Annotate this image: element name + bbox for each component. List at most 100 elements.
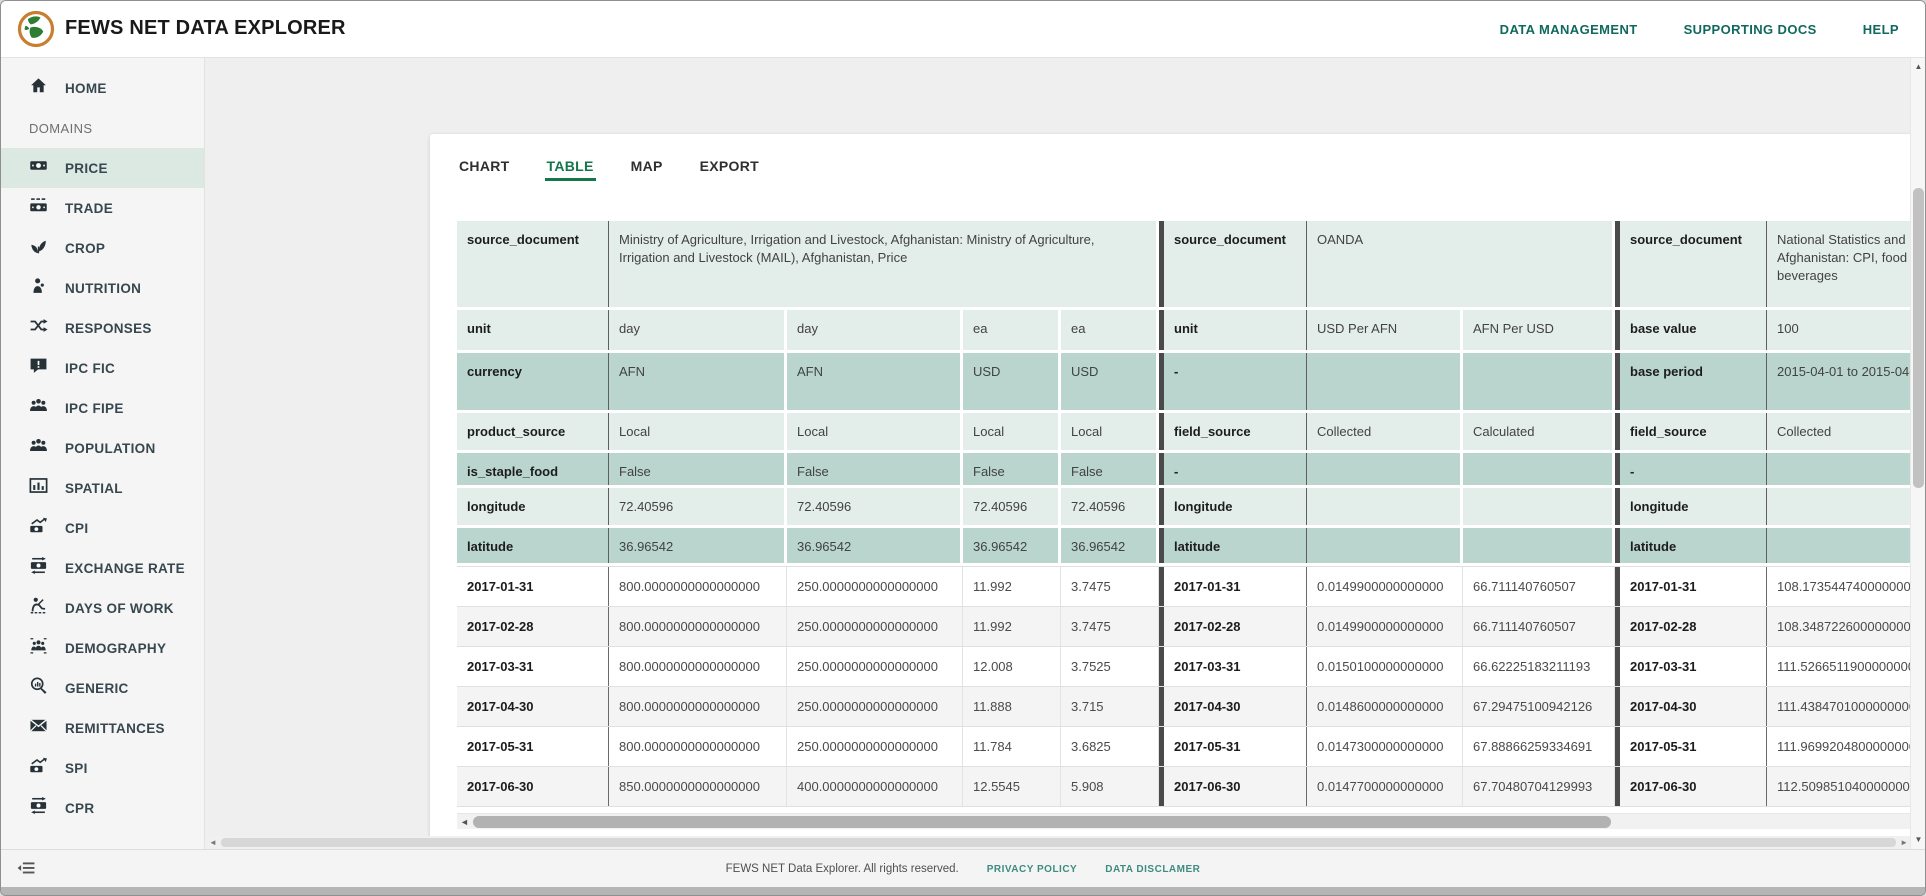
- table-cell: False: [609, 453, 787, 485]
- banknote-dashes-icon: [29, 196, 48, 215]
- header-link-help[interactable]: HELP: [1863, 22, 1899, 37]
- table-cell: 36.96542: [963, 528, 1061, 563]
- sidebar-item-label: REMITTANCES: [65, 721, 165, 736]
- sidebar-item-cpi[interactable]: CPI: [1, 508, 204, 548]
- sidebar-item-days-of-work[interactable]: DAYS OF WORK: [1, 588, 204, 628]
- table-horizontal-scrollbar[interactable]: ◄ ►: [457, 813, 1926, 829]
- scroll-left-icon[interactable]: ◄: [460, 817, 469, 827]
- row-label-cell: is_staple_food: [457, 453, 609, 485]
- table-cell: 0.0149900000000000: [1307, 567, 1463, 606]
- table-cell: 0.0147700000000000: [1307, 767, 1463, 806]
- table-cell: Collected: [1767, 413, 1926, 450]
- sidebar-item-demography[interactable]: DEMOGRAPHY: [1, 628, 204, 668]
- plant-icon: [29, 236, 48, 255]
- table-cell: USD: [963, 353, 1061, 410]
- table-cell: 66.62225183211193: [1463, 647, 1615, 686]
- tab-export[interactable]: EXPORT: [698, 158, 761, 195]
- sidebar-item-nutrition[interactable]: NUTRITION: [1, 268, 204, 308]
- table-cell: Local: [1061, 413, 1159, 450]
- table-cell: False: [1061, 453, 1159, 485]
- table-cell: [1307, 528, 1463, 563]
- window-bottom-edge: [1, 887, 1925, 896]
- table-cell: ea: [963, 310, 1061, 350]
- date-cell: 2017-02-28: [1615, 607, 1767, 646]
- sidebar-item-label: IPC FIC: [65, 361, 115, 376]
- sidebar-item-label: HOME: [65, 81, 107, 96]
- sidebar-item-crop[interactable]: CROP: [1, 228, 204, 268]
- sidebar-item-trade[interactable]: TRADE: [1, 188, 204, 228]
- tab-map[interactable]: MAP: [629, 158, 665, 195]
- header-nav: DATA MANAGEMENT SUPPORTING DOCS HELP: [1500, 1, 1899, 58]
- sidebar-item-remittances[interactable]: REMITTANCES: [1, 708, 204, 748]
- main-hscroll-thumb[interactable]: [221, 838, 1896, 847]
- shuffle-arrows-icon: [29, 316, 48, 335]
- table-data-row: 2017-03-31800.0000000000000000250.000000…: [457, 646, 1926, 686]
- sidebar-item-population[interactable]: POPULATION: [1, 428, 204, 468]
- sidebar-item-home[interactable]: HOME: [1, 68, 204, 108]
- sidebar-item-label: RESPONSES: [65, 321, 152, 336]
- row-label-cell: field_source: [1615, 413, 1767, 450]
- table-cell: 108.3487226000000000: [1767, 607, 1926, 646]
- tab-table[interactable]: TABLE: [545, 158, 596, 195]
- row-label-cell: source_document: [1159, 221, 1307, 307]
- table-cell: 11.992: [963, 567, 1061, 606]
- table-cell: 250.0000000000000000: [787, 607, 963, 646]
- page-vscroll-thumb[interactable]: [1913, 188, 1924, 488]
- table-meta-row: source_documentMinistry of Agriculture, …: [457, 221, 1926, 310]
- table-cell: 3.7475: [1061, 567, 1159, 606]
- main-content: CHARTTABLEMAPEXPORT OPTIONS ⋮ source_doc…: [205, 58, 1925, 849]
- sidebar-item-price[interactable]: PRICE: [1, 148, 204, 188]
- table-cell: 3.715: [1061, 687, 1159, 726]
- sidebar-item-spatial[interactable]: SPATIAL: [1, 468, 204, 508]
- header-link-data-management[interactable]: DATA MANAGEMENT: [1500, 22, 1638, 37]
- table-cell: 11.992: [963, 607, 1061, 646]
- table-cell: [1307, 353, 1463, 410]
- sidebar-item-ipc-fic[interactable]: IPC FIC: [1, 348, 204, 388]
- tab-chart[interactable]: CHART: [457, 158, 512, 195]
- table-cell: 111.5266511900000000: [1767, 647, 1926, 686]
- sidebar-item-generic[interactable]: GENERIC: [1, 668, 204, 708]
- row-label-cell: source_document: [457, 221, 609, 307]
- date-cell: 2017-03-31: [457, 647, 609, 686]
- table-cell: [1307, 453, 1463, 485]
- row-label-cell: base period: [1615, 353, 1767, 410]
- table-cell: 400.0000000000000000: [787, 767, 963, 806]
- table-rows: source_documentMinistry of Agriculture, …: [457, 215, 1926, 813]
- sidebar-item-cpr[interactable]: CPR: [1, 788, 204, 828]
- main-horizontal-scrollbar[interactable]: ◄ ►: [205, 836, 1912, 849]
- table-cell: 800.0000000000000000: [609, 567, 787, 606]
- table-cell: [1463, 353, 1615, 410]
- scroll-down-icon[interactable]: ▼: [1911, 835, 1926, 845]
- scroll-right-icon[interactable]: ►: [1900, 838, 1908, 847]
- table-hscroll-thumb[interactable]: [473, 816, 1611, 828]
- sidebar-item-spi[interactable]: SPI: [1, 748, 204, 788]
- sidebar-item-label: POPULATION: [65, 441, 156, 456]
- worker-icon: [29, 596, 48, 615]
- table-cell: 250.0000000000000000: [787, 687, 963, 726]
- sidebar-item-exchange-rate[interactable]: EXCHANGE RATE: [1, 548, 204, 588]
- table-cell: 72.40596: [787, 488, 963, 525]
- privacy-policy-link[interactable]: PRIVACY POLICY: [987, 864, 1078, 875]
- table-cell: 3.6825: [1061, 727, 1159, 766]
- date-cell: 2017-05-31: [1159, 727, 1307, 766]
- table-data-row: 2017-04-30800.0000000000000000250.000000…: [457, 686, 1926, 726]
- banknote-trend-icon: [29, 516, 48, 535]
- data-disclamer-link[interactable]: DATA DISCLAMER: [1105, 864, 1200, 875]
- table-cell: 72.40596: [609, 488, 787, 525]
- copyright-text: FEWS NET Data Explorer. All rights reser…: [726, 863, 959, 875]
- table-cell: 66.711140760507: [1463, 567, 1615, 606]
- page-vertical-scrollbar[interactable]: ▲ ▼: [1910, 58, 1925, 849]
- sidebar-item-responses[interactable]: RESPONSES: [1, 308, 204, 348]
- table-cell: 112.5098510400000000: [1767, 767, 1926, 806]
- table-cell: 36.96542: [787, 528, 963, 563]
- sidebar-item-ipc-fipe[interactable]: IPC FIPE: [1, 388, 204, 428]
- magnifier-chart-icon: [29, 676, 48, 695]
- sidebar-nav: HOMEDOMAINSPRICETRADECROPNUTRITIONRESPON…: [1, 58, 205, 849]
- header-link-supporting-docs[interactable]: SUPPORTING DOCS: [1684, 22, 1817, 37]
- table-cell: [1767, 453, 1926, 485]
- scroll-up-icon[interactable]: ▲: [1911, 62, 1926, 72]
- banknote-icon: [29, 156, 48, 175]
- date-cell: 2017-01-31: [1615, 567, 1767, 606]
- scroll-left-icon[interactable]: ◄: [209, 838, 217, 847]
- row-label-cell: unit: [457, 310, 609, 350]
